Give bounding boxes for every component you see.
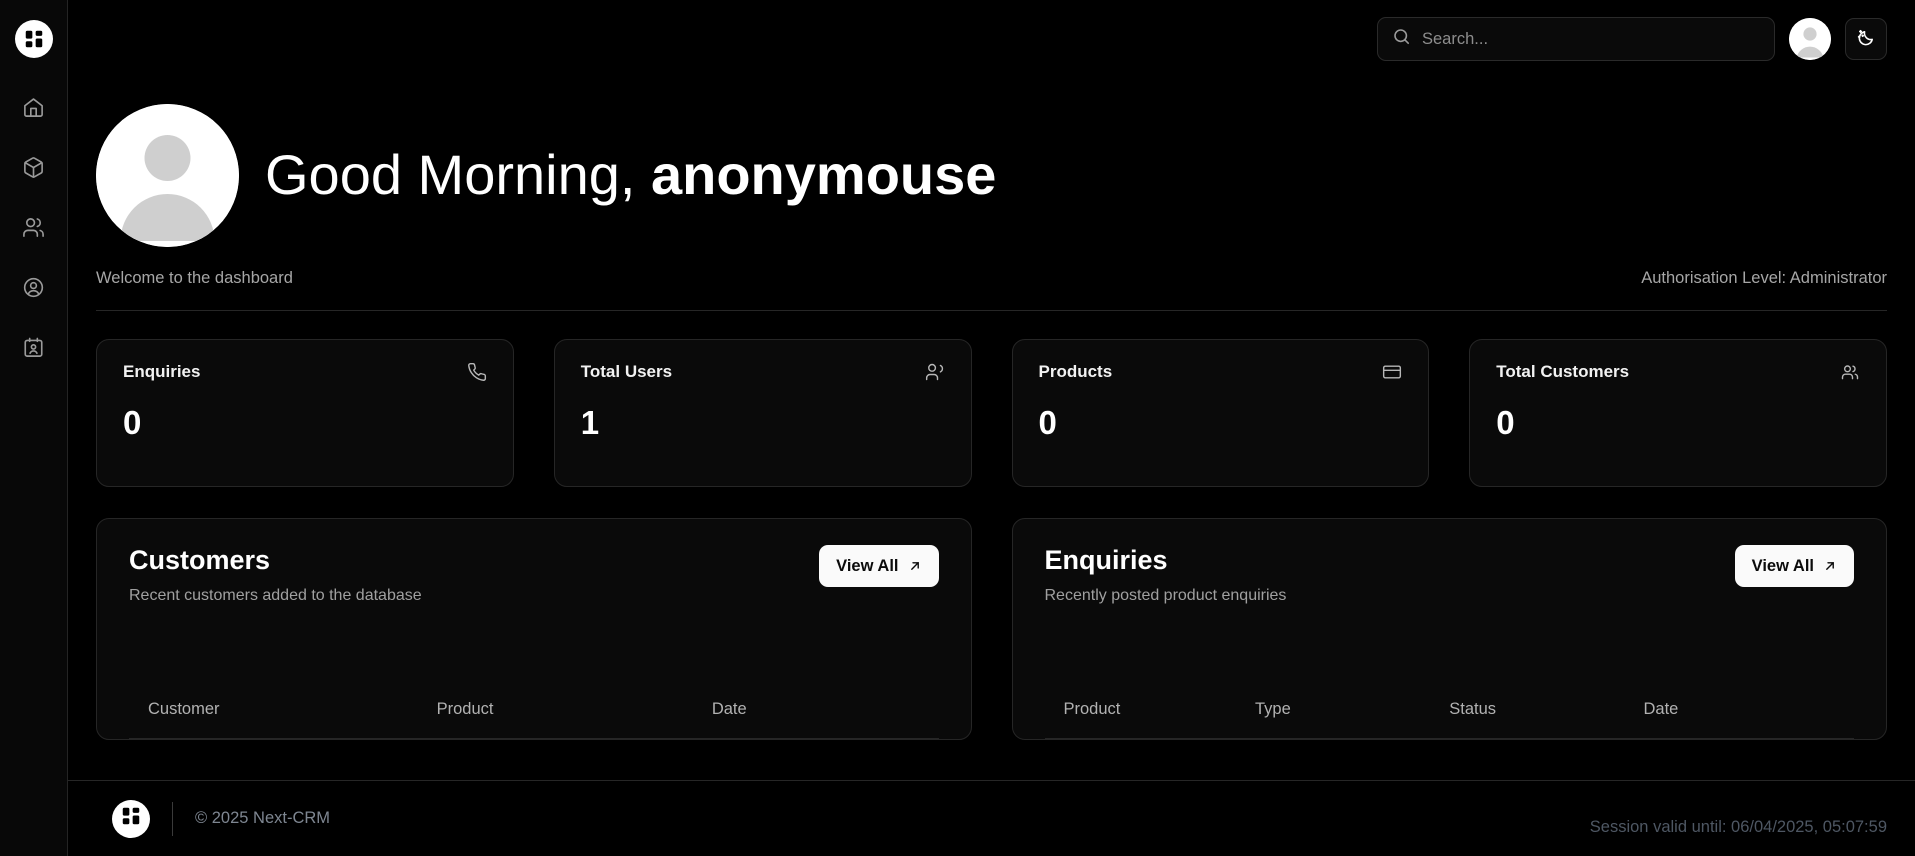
- footer: © 2025 Next-CRM Session valid until: 06/…: [68, 780, 1915, 856]
- stat-value: 0: [1038, 404, 1057, 441]
- arrow-up-right-icon: [908, 559, 922, 573]
- stat-card-total-customers[interactable]: Total Customers 0: [1469, 339, 1887, 487]
- topbar: [68, 0, 1915, 78]
- sidebar-item-account[interactable]: [11, 264, 57, 310]
- panels-grid: Customers Recent customers added to the …: [96, 518, 1887, 740]
- app-root: Good Morning, anonymouse Welcome to the …: [0, 0, 1915, 856]
- panel-subtitle: Recent customers added to the database: [129, 587, 422, 605]
- stat-value: 0: [123, 404, 142, 441]
- authorisation-level: Authorisation Level: Administrator: [1641, 269, 1887, 287]
- customers-view-all-button[interactable]: View All: [819, 545, 939, 587]
- topbar-avatar[interactable]: [1789, 18, 1831, 60]
- panel-header: Customers Recent customers added to the …: [129, 545, 939, 605]
- column-header-date: Date: [711, 700, 939, 739]
- sidebar-item-home[interactable]: [11, 84, 57, 130]
- stat-title: Total Users: [580, 362, 673, 381]
- panel-customers: Customers Recent customers added to the …: [96, 518, 972, 740]
- sidebar-item-products[interactable]: [11, 144, 57, 190]
- column-header-status: Status: [1449, 700, 1644, 739]
- theme-toggle-button[interactable]: [1845, 18, 1887, 60]
- greeting-prefix: Good Morning,: [265, 143, 651, 207]
- page-title: Good Morning, anonymouse: [265, 143, 997, 207]
- panel-title: Enquiries: [1044, 545, 1168, 575]
- sidebar-logo-button[interactable]: [14, 20, 53, 58]
- stat-card-enquiries[interactable]: Enquiries 0: [96, 339, 514, 487]
- subheader-row: Welcome to the dashboard Authorisation L…: [96, 269, 1887, 311]
- column-header-customer: Customer: [129, 700, 437, 739]
- footer-left: © 2025 Next-CRM: [96, 799, 331, 838]
- stat-value: 1: [580, 404, 600, 441]
- sidebar: [0, 0, 68, 856]
- package-icon: [22, 156, 45, 179]
- phone-icon: [467, 362, 487, 387]
- stats-grid: Enquiries 0 Total Users 1 Products 0 Tot…: [96, 339, 1887, 487]
- panel-subtitle: Recently posted product enquiries: [1044, 587, 1287, 605]
- enquiries-view-all-button[interactable]: View All: [1734, 545, 1854, 587]
- column-header-product: Product: [436, 700, 712, 739]
- panel-title: Customers: [129, 545, 271, 575]
- footer-vertical-divider: [172, 801, 173, 836]
- home-icon: [22, 96, 45, 119]
- stat-card-header: Products: [1039, 362, 1403, 387]
- panel-header: Enquiries Recently posted product enquir…: [1045, 545, 1854, 605]
- arrow-up-right-icon: [1823, 559, 1837, 573]
- panel-enquiries: Enquiries Recently posted product enquir…: [1011, 518, 1887, 740]
- credit-card-icon: [1382, 362, 1402, 387]
- welcome-text: Welcome to the dashboard: [96, 269, 293, 287]
- column-header-product: Product: [1044, 700, 1255, 739]
- enquiries-table: Product Type Status Date: [1044, 700, 1854, 739]
- user-avatar-icon: [1789, 18, 1831, 60]
- stat-value: 0: [1496, 404, 1515, 441]
- moon-stars-icon: [1856, 27, 1877, 51]
- user-plus-icon: [925, 362, 945, 387]
- users-icon: [1840, 362, 1860, 387]
- column-header-date: Date: [1643, 700, 1854, 739]
- footer-logo[interactable]: [112, 799, 150, 838]
- stat-title: Products: [1038, 362, 1113, 381]
- users-icon: [22, 216, 45, 239]
- search-icon: [1392, 27, 1411, 51]
- sidebar-item-users[interactable]: [11, 204, 57, 250]
- content-area: Good Morning, anonymouse Welcome to the …: [68, 78, 1915, 752]
- view-all-label: View All: [836, 556, 899, 575]
- main-area: Good Morning, anonymouse Welcome to the …: [68, 0, 1915, 856]
- greeting-row: Good Morning, anonymouse: [96, 78, 1887, 247]
- customers-table-wrap: Customer Product Date: [129, 700, 939, 739]
- sidebar-item-contacts[interactable]: [11, 324, 57, 370]
- column-header-type: Type: [1254, 700, 1450, 739]
- customers-table: Customer Product Date: [129, 700, 939, 739]
- layout-dashboard-icon: [120, 805, 142, 832]
- panel-heading-block: Enquiries Recently posted product enquir…: [1045, 545, 1287, 605]
- stat-card-header: Total Users: [581, 362, 945, 387]
- contact-card-icon: [22, 336, 45, 359]
- layout-dashboard-icon: [23, 28, 45, 50]
- footer-copyright: © 2025 Next-CRM: [195, 809, 331, 827]
- stat-card-header: Total Customers: [1496, 362, 1860, 387]
- stat-card-products[interactable]: Products 0: [1011, 339, 1430, 487]
- stat-card-header: Enquiries: [123, 362, 487, 387]
- search-box[interactable]: [1377, 17, 1775, 61]
- search-input[interactable]: [1422, 29, 1760, 49]
- panel-heading-block: Customers Recent customers added to the …: [129, 545, 422, 605]
- stat-card-total-users[interactable]: Total Users 1: [553, 339, 972, 487]
- greeting-username: anonymouse: [650, 143, 997, 207]
- stat-title: Enquiries: [123, 362, 201, 381]
- table-header-row: Product Type Status Date: [1044, 700, 1854, 739]
- table-header-row: Customer Product Date: [129, 700, 939, 739]
- view-all-label: View All: [1751, 556, 1814, 575]
- circle-user-icon: [22, 276, 45, 299]
- user-avatar-icon: [96, 104, 239, 247]
- footer-session-text: Session valid until: 06/04/2025, 05:07:5…: [1589, 818, 1887, 836]
- profile-avatar: [96, 104, 239, 247]
- enquiries-table-wrap: Product Type Status Date: [1044, 700, 1854, 739]
- stat-title: Total Customers: [1496, 362, 1630, 381]
